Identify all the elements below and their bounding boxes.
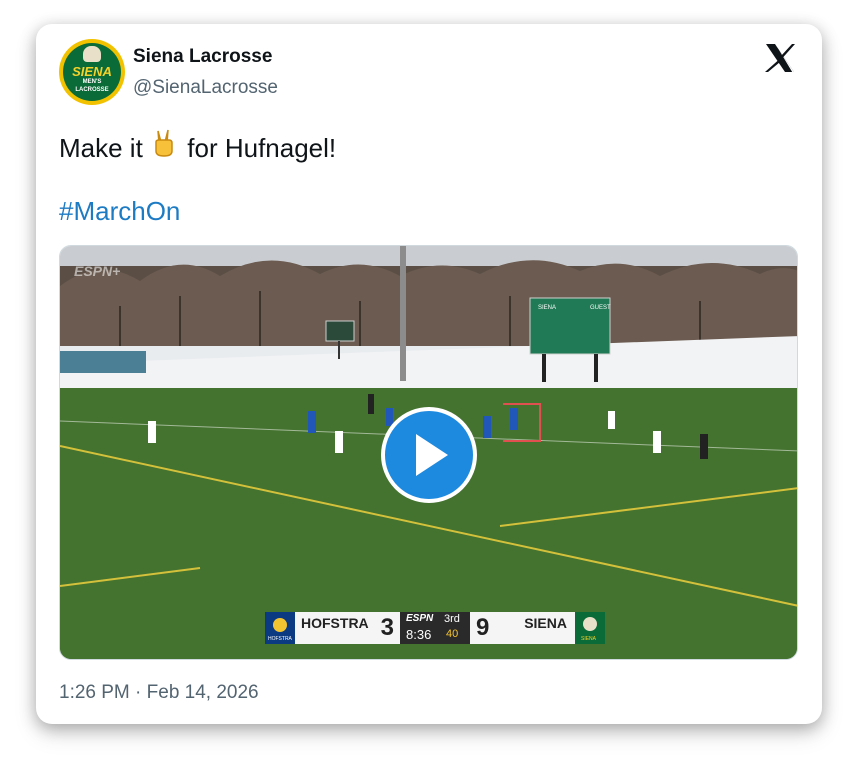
saint-bernard-icon (83, 46, 101, 62)
hofstra-logo: HOFSTRA (265, 612, 295, 644)
game-clock-panel: ESPN 3rd 8:36 40 (400, 612, 470, 644)
tweet-text: Make it for Hufnagel! (59, 127, 336, 164)
logo-text-mens: MEN'S (82, 79, 102, 85)
siena-logo: SIENA (575, 612, 605, 644)
hashtag-link[interactable]: #MarchOn (59, 196, 180, 227)
video-player[interactable]: SIENA GUEST ESPN+ HOFSTRA HOFSTRA 3 ESPN… (59, 245, 798, 660)
play-icon (416, 434, 448, 476)
author-handle[interactable]: @SienaLacrosse (133, 77, 278, 99)
espn-logo: ESPN (406, 613, 434, 624)
svg-text:SIENA: SIENA (581, 636, 597, 642)
period: 3rd (444, 613, 460, 625)
logo-text-lacrosse: LACROSSE (75, 87, 109, 93)
espn-watermark: ESPN+ (74, 263, 120, 279)
author-name[interactable]: Siena Lacrosse (133, 46, 272, 68)
svg-text:HOFSTRA: HOFSTRA (268, 636, 293, 642)
shot-clock: 40 (446, 628, 459, 640)
tweet-timestamp[interactable]: 1:26 PM · Feb 14, 2026 (59, 682, 259, 704)
home-team-score: 3 (380, 614, 394, 641)
avatar[interactable]: SIENA MEN'S LACROSSE (59, 39, 125, 105)
scoreboard-home-label: SIENA (538, 305, 556, 311)
logo-text-siena: SIENA (72, 64, 112, 79)
away-team-name: SIENA (524, 615, 567, 631)
scorebug-away: 9 SIENA SIENA (470, 612, 605, 644)
tweet-text-part2: for Hufnagel! (187, 133, 337, 163)
game-clock: 8:36 (406, 627, 432, 642)
tweet-text-part1: Make it (59, 133, 143, 163)
scoreboard-guest-label: GUEST (590, 305, 611, 311)
home-team-name: HOFSTRA (301, 615, 369, 631)
scorebug-home: HOFSTRA HOFSTRA 3 (265, 612, 400, 644)
play-button[interactable] (381, 407, 477, 503)
away-team-score: 9 (476, 614, 490, 641)
scorebug: HOFSTRA HOFSTRA 3 ESPN 3rd 8:36 40 9 SIE… (265, 612, 605, 644)
tweet-card: SIENA MEN'S LACROSSE Siena Lacrosse @Sie… (36, 24, 822, 724)
victory-hand-emoji (150, 127, 180, 164)
x-logo-icon[interactable] (764, 42, 796, 74)
siena-lacrosse-logo: SIENA MEN'S LACROSSE (63, 43, 121, 101)
